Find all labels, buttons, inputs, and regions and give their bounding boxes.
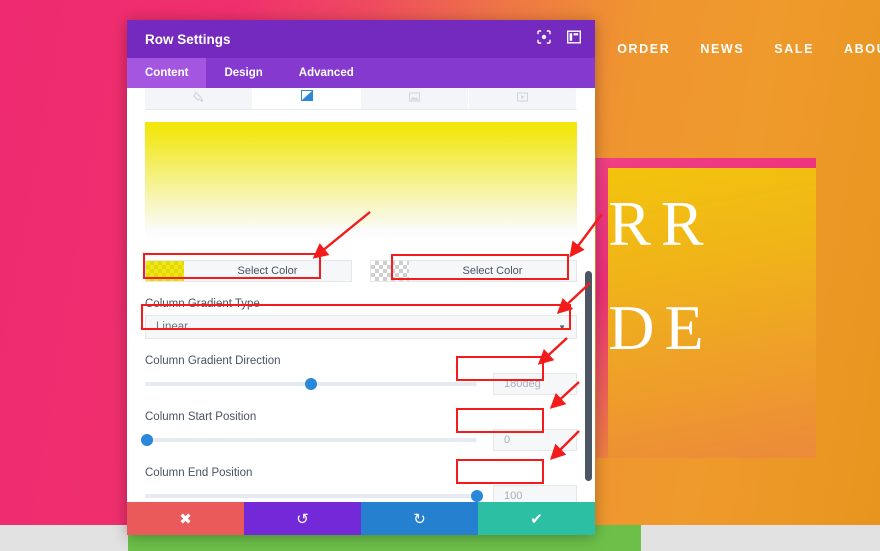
gradient-preview: [145, 122, 577, 240]
save-button[interactable]: ✔: [478, 502, 595, 535]
modal-tabs: Content Design Advanced: [127, 58, 595, 88]
hero-line-2: NDE: [608, 292, 714, 363]
end-position-slider[interactable]: [145, 489, 483, 502]
modal-scrollbar[interactable]: [585, 271, 592, 481]
gradient-direction-label: Column Gradient Direction: [145, 355, 281, 367]
undo-button[interactable]: ↺: [244, 502, 361, 535]
end-position-input[interactable]: 100: [493, 485, 577, 502]
modal-body: Select Color Select Color Column Gradien…: [127, 88, 595, 502]
end-color-picker[interactable]: Select Color: [370, 260, 577, 282]
modal-header-actions: [537, 29, 582, 49]
gradient-direction-input[interactable]: 180deg: [493, 373, 577, 395]
image-icon: [409, 89, 420, 107]
end-position-row: 100: [145, 485, 577, 502]
focus-target-icon[interactable]: [537, 29, 551, 49]
start-position-row: 0: [141, 429, 577, 451]
gradient-direction-slider[interactable]: [145, 377, 477, 391]
hero-card: URR NDE R: [596, 158, 816, 458]
end-color-swatch: [371, 261, 409, 281]
solid-color-icon: [193, 89, 204, 107]
slider-track: [145, 494, 477, 498]
end-color-label: Select Color: [462, 265, 523, 277]
slider-knob[interactable]: [305, 378, 317, 390]
nav-item-about[interactable]: ABOUT: [844, 42, 880, 56]
nav-item-news[interactable]: NEWS: [700, 42, 744, 56]
start-color-swatch: [146, 261, 184, 281]
chevron-down-icon: ▼: [558, 322, 566, 332]
bg-type-video[interactable]: [469, 88, 577, 109]
layout-panel-icon[interactable]: [566, 30, 582, 49]
page-title: Row Settings: [145, 31, 231, 47]
tab-design[interactable]: Design: [206, 58, 280, 88]
slider-knob[interactable]: [471, 490, 483, 502]
modal-footer: ✖ ↺ ↻ ✔: [127, 502, 595, 535]
tab-content[interactable]: Content: [127, 58, 207, 88]
start-color-label: Select Color: [237, 265, 298, 277]
hero-line-1: URR: [608, 188, 714, 259]
start-position-label: Column Start Position: [145, 411, 257, 423]
video-icon: [517, 89, 528, 107]
screenshot-root: ENU ORDER NEWS SALE ABOUT URR NDE R Row …: [0, 0, 880, 551]
start-position-input[interactable]: 0: [493, 429, 577, 451]
hero-card-inner: URR NDE R: [608, 168, 816, 458]
row-settings-modal: Row Settings Content Design Advanced Sel…: [127, 20, 595, 535]
tab-advanced[interactable]: Advanced: [281, 58, 372, 88]
site-nav: ENU ORDER NEWS SALE ABOUT: [556, 42, 880, 56]
cancel-button[interactable]: ✖: [127, 502, 244, 535]
bg-type-gradient[interactable]: [253, 88, 361, 109]
gradient-icon: [300, 88, 313, 106]
gradient-direction-row: 180deg: [145, 373, 577, 395]
start-position-slider[interactable]: [141, 433, 477, 447]
nav-item-sale[interactable]: SALE: [774, 42, 814, 56]
gradient-type-select[interactable]: Linear ▼: [145, 315, 577, 339]
slider-track: [145, 438, 477, 442]
bg-type-image[interactable]: [361, 88, 469, 109]
gradient-type-value: Linear: [156, 321, 188, 333]
bg-type-solid-color[interactable]: [145, 88, 253, 109]
nav-item-order[interactable]: ORDER: [617, 42, 670, 56]
background-type-tabs: [145, 88, 577, 110]
gradient-color-stops: Select Color Select Color: [145, 260, 577, 282]
redo-button[interactable]: ↻: [361, 502, 478, 535]
gradient-type-label: Column Gradient Type: [145, 298, 260, 310]
modal-header: Row Settings: [127, 20, 595, 58]
end-position-label: Column End Position: [145, 467, 253, 479]
slider-knob[interactable]: [141, 434, 153, 446]
start-color-picker[interactable]: Select Color: [145, 260, 352, 282]
hero-line-3: R: [608, 384, 816, 458]
